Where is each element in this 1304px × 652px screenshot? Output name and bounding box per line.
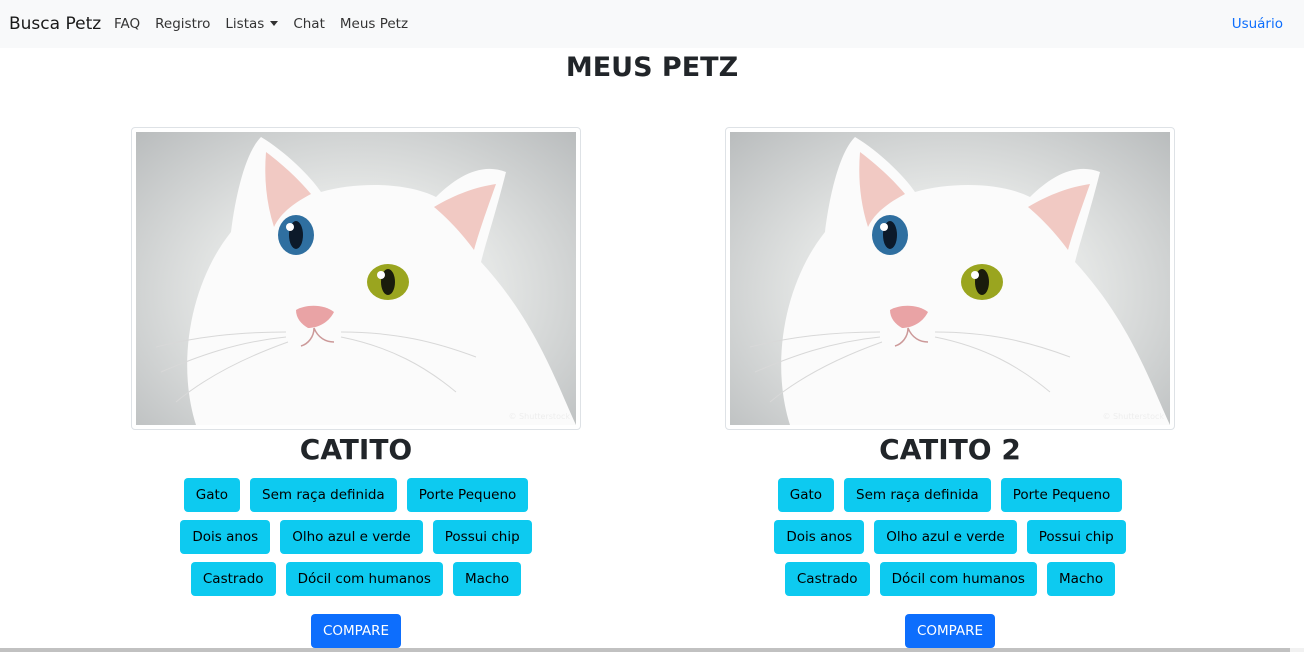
- tag-breed[interactable]: Sem raça definida: [250, 478, 397, 512]
- page-title: MEUS PETZ: [565, 52, 739, 83]
- tag-chip[interactable]: Possui chip: [1026, 520, 1126, 554]
- pet-tags: Gato Sem raça definida Porte Pequeno Doi…: [725, 478, 1175, 596]
- tag-size[interactable]: Porte Pequeno: [1000, 478, 1123, 512]
- caret-down-icon: [270, 21, 279, 26]
- pet-photo: © Shutterstock: [136, 132, 576, 425]
- navbar: Busca Petz FAQ Registro Listas Chat Meus…: [0, 0, 1304, 48]
- pet-tags: Gato Sem raça definida Porte Pequeno Doi…: [131, 478, 581, 596]
- nav-dropdown-label: Listas: [225, 16, 265, 32]
- nav-link-registro[interactable]: Registro: [155, 15, 210, 33]
- nav-dropdown-listas[interactable]: Listas: [225, 15, 279, 33]
- tag-temperament[interactable]: Dócil com humanos: [285, 562, 443, 596]
- horizontal-scrollbar[interactable]: [0, 648, 1304, 652]
- watermark-text: © Shutterstock: [508, 412, 570, 421]
- pet-name: CATITO: [299, 433, 413, 466]
- nav-links: FAQ Registro Listas Chat Meus Petz: [114, 15, 423, 33]
- pet-image-frame: © Shutterstock: [131, 127, 581, 430]
- tag-species[interactable]: Gato: [777, 478, 835, 512]
- tag-age[interactable]: Dois anos: [180, 520, 271, 554]
- compare-button[interactable]: COMPARE: [310, 614, 402, 648]
- user-link[interactable]: Usuário: [1232, 15, 1283, 33]
- tag-age[interactable]: Dois anos: [774, 520, 865, 554]
- tag-neutered[interactable]: Castrado: [190, 562, 276, 596]
- tag-breed[interactable]: Sem raça definida: [844, 478, 991, 512]
- tag-chip[interactable]: Possui chip: [432, 520, 532, 554]
- brand-link[interactable]: Busca Petz: [9, 13, 101, 35]
- pet-image-frame: © Shutterstock: [725, 127, 1175, 430]
- tag-eyes[interactable]: Olho azul e verde: [874, 520, 1017, 554]
- tag-species[interactable]: Gato: [183, 478, 241, 512]
- nav-link-meus-petz[interactable]: Meus Petz: [340, 15, 408, 33]
- tag-eyes[interactable]: Olho azul e verde: [280, 520, 423, 554]
- tag-temperament[interactable]: Dócil com humanos: [879, 562, 1037, 596]
- nav-link-chat[interactable]: Chat: [293, 15, 325, 33]
- pet-name: CATITO 2: [879, 433, 1021, 466]
- compare-button[interactable]: COMPARE: [904, 614, 996, 648]
- tag-neutered[interactable]: Castrado: [784, 562, 870, 596]
- scrollbar-thumb[interactable]: [0, 648, 1290, 652]
- tag-size[interactable]: Porte Pequeno: [406, 478, 529, 512]
- pet-card: © Shutterstock CATITO Gato Sem raça defi…: [131, 127, 581, 648]
- pet-photo: © Shutterstock: [730, 132, 1170, 425]
- tag-sex[interactable]: Macho: [452, 562, 522, 596]
- pet-card: © Shutterstock CATITO 2 Gato Sem raça de…: [725, 127, 1175, 648]
- nav-link-faq[interactable]: FAQ: [114, 15, 140, 33]
- tag-sex[interactable]: Macho: [1046, 562, 1116, 596]
- watermark-text: © Shutterstock: [1102, 412, 1164, 421]
